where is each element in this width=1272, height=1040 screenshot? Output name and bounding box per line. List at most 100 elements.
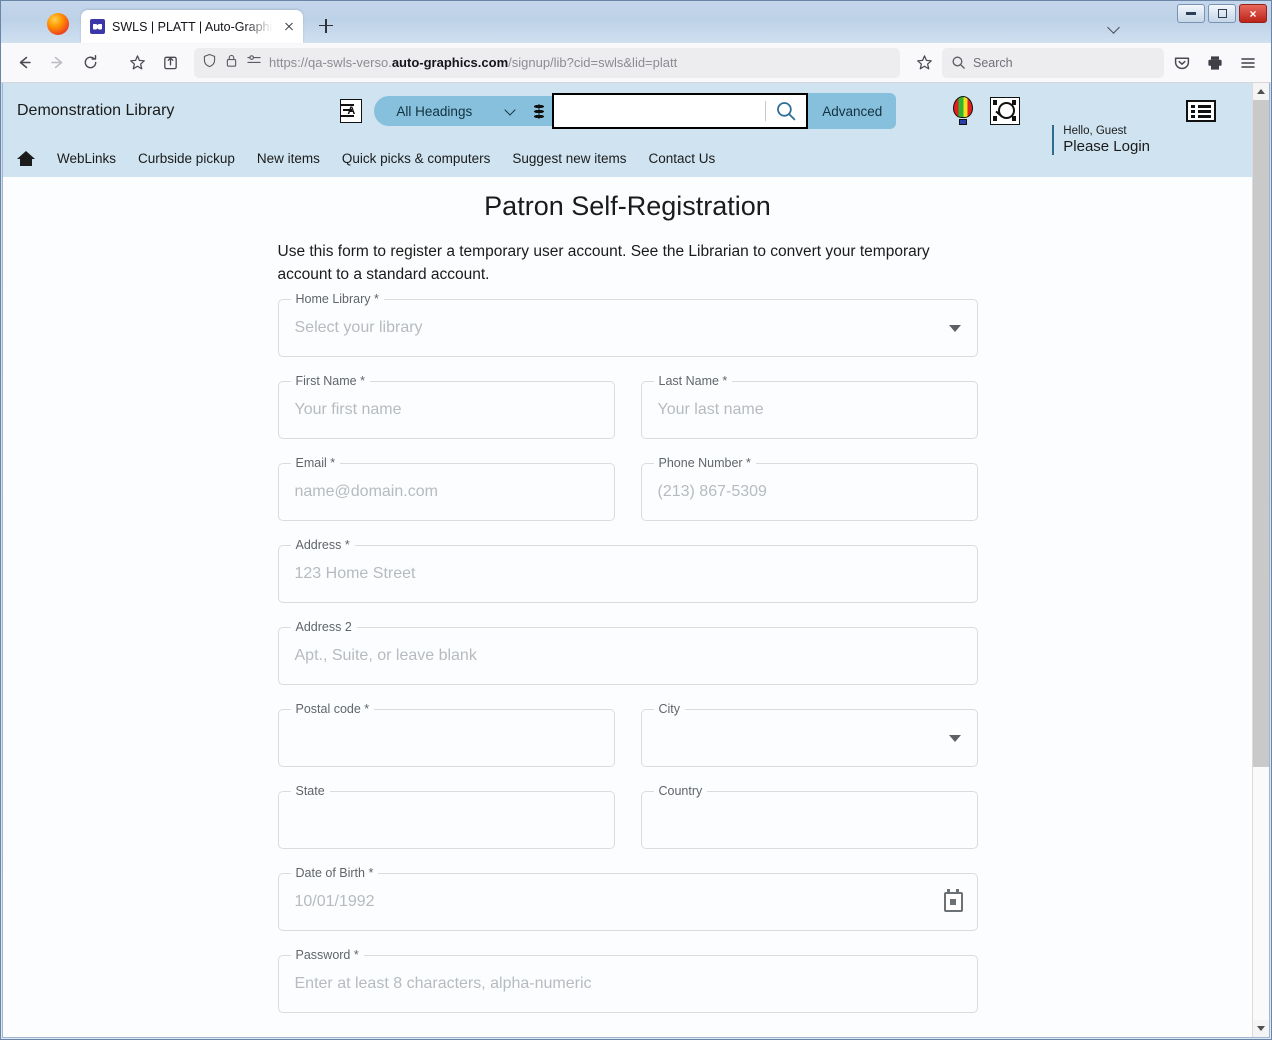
nav-item-contact-us[interactable]: Contact Us — [648, 151, 715, 166]
country-input[interactable]: Country — [640, 783, 978, 849]
field-last-name: Last Name * Your last name — [640, 373, 978, 439]
hot-air-balloon-icon[interactable] — [950, 96, 976, 126]
greeting-text: Hello, Guest — [1063, 125, 1127, 137]
translate-icon[interactable]: A — [340, 99, 363, 123]
search-scope-dropdown[interactable]: All Headings — [374, 96, 527, 126]
browser-search-box[interactable]: Search — [942, 47, 1164, 78]
scroll-down-arrow-icon[interactable] — [1253, 1020, 1269, 1037]
page-title: Patron Self-Registration — [484, 191, 771, 221]
field-country: Country — [640, 783, 978, 849]
nav-item-new-items[interactable]: New items — [257, 151, 320, 166]
login-link[interactable]: Please Login — [1063, 138, 1150, 155]
list-view-icon[interactable] — [1186, 100, 1216, 122]
last-name-input[interactable]: Last Name * Your last name — [640, 373, 978, 439]
bookmark-star-icon[interactable] — [122, 48, 152, 78]
scroll-up-arrow-icon[interactable] — [1253, 83, 1269, 100]
lock-icon[interactable] — [224, 53, 239, 73]
database-stack-icon[interactable] — [526, 96, 553, 126]
form-row-name: First Name * Your first name Last Name *… — [277, 373, 978, 439]
first-name-placeholder: Your first name — [294, 400, 402, 418]
date-of-birth-input[interactable]: Date of Birth * 10/01/1992 — [277, 865, 978, 931]
password-input[interactable]: Password * Enter at least 8 characters, … — [277, 947, 978, 1013]
field-phone: Phone Number * (213) 867-5309 — [640, 455, 978, 521]
advanced-search-button[interactable]: Advanced — [808, 93, 897, 129]
scrollbar-thumb[interactable] — [1253, 100, 1269, 767]
home-library-select[interactable]: Home Library * Select your library — [277, 291, 978, 357]
site-search-box[interactable] — [552, 93, 809, 129]
form-row-address: Address * 123 Home Street — [277, 537, 978, 603]
field-email: Email * name@domain.com — [277, 455, 615, 521]
new-tab-button[interactable] — [313, 13, 339, 39]
header-icon-group — [950, 96, 1021, 126]
address-label: Address * — [290, 537, 355, 552]
nav-item-suggest-new-items[interactable]: Suggest new items — [512, 151, 626, 166]
permissions-icon[interactable] — [246, 53, 262, 73]
minimize-button[interactable] — [1177, 4, 1205, 23]
navigation-toolbar: https://qa-swls-verso.auto-graphics.com/… — [1, 43, 1271, 83]
back-arrow-icon[interactable] — [9, 48, 39, 78]
first-name-input[interactable]: First Name * Your first name — [277, 373, 615, 439]
address-bar[interactable]: https://qa-swls-verso.auto-graphics.com/… — [194, 47, 900, 78]
filmstrip-search-icon[interactable] — [990, 97, 1021, 125]
search-input[interactable] — [554, 95, 765, 127]
nav-item-quick-picks[interactable]: Quick picks & computers — [342, 151, 491, 166]
browser-tab[interactable]: SWLS | PLATT | Auto-Graphics In — [81, 10, 303, 43]
form-row-contact: Email * name@domain.com Phone Number * (… — [277, 455, 978, 521]
window-controls: × — [1177, 4, 1267, 23]
bookmark-page-star-icon[interactable] — [909, 48, 939, 78]
email-label: Email * — [290, 455, 341, 470]
address2-input[interactable]: Address 2 Apt., Suite, or leave blank — [277, 619, 978, 685]
field-password: Password * Enter at least 8 characters, … — [277, 947, 978, 1013]
address-input[interactable]: Address * 123 Home Street — [277, 537, 978, 603]
close-tab-icon[interactable] — [281, 19, 297, 35]
page-intro: Use this form to register a temporary us… — [277, 243, 930, 284]
country-label: Country — [653, 783, 708, 798]
email-input[interactable]: Email * name@domain.com — [277, 455, 615, 521]
form-row-address2: Address 2 Apt., Suite, or leave blank — [277, 619, 978, 685]
home-icon[interactable] — [17, 150, 35, 166]
pocket-icon[interactable] — [1167, 48, 1197, 78]
scrollbar-track[interactable] — [1253, 100, 1269, 1020]
phone-input[interactable]: Phone Number * (213) 867-5309 — [640, 455, 978, 521]
hamburger-menu-icon[interactable] — [1233, 48, 1263, 78]
tab-title: SWLS | PLATT | Auto-Graphics In — [112, 19, 274, 34]
field-state: State — [277, 783, 615, 849]
field-address: Address * 123 Home Street — [277, 537, 978, 603]
calendar-icon[interactable] — [943, 888, 963, 912]
close-icon: × — [1249, 6, 1257, 21]
date-of-birth-placeholder: 10/01/1992 — [294, 892, 375, 910]
field-postal-code: Postal code * — [277, 701, 615, 767]
close-window-button[interactable]: × — [1239, 4, 1267, 23]
title-bar: SWLS | PLATT | Auto-Graphics In × — [1, 1, 1271, 43]
browser-search-placeholder: Search — [973, 55, 1013, 70]
postal-code-label: Postal code * — [290, 701, 375, 716]
search-icon[interactable] — [766, 100, 806, 122]
save-to-pocket-icon[interactable] — [155, 48, 185, 78]
form-row-postal-city: Postal code * City — [277, 701, 978, 767]
state-label: State — [290, 783, 330, 798]
nav-item-curbside-pickup[interactable]: Curbside pickup — [138, 151, 235, 166]
form-row-home-library: Home Library * Select your library — [277, 291, 978, 357]
shield-icon[interactable] — [202, 53, 217, 73]
printer-icon[interactable] — [1200, 48, 1230, 78]
list-all-tabs-icon[interactable] — [1108, 21, 1121, 34]
postal-code-input[interactable]: Postal code * — [277, 701, 615, 767]
url-text: https://qa-swls-verso.auto-graphics.com/… — [269, 55, 678, 70]
site-header: Demonstration Library A All Headings Adv… — [3, 83, 1252, 177]
address-placeholder: 123 Home Street — [294, 564, 416, 582]
first-name-label: First Name * — [290, 373, 370, 388]
form-row-password: Password * Enter at least 8 characters, … — [277, 947, 978, 1013]
search-scope-label: All Headings — [396, 103, 473, 119]
home-library-label: Home Library * — [290, 291, 384, 306]
city-select[interactable]: City — [640, 701, 978, 767]
reload-icon[interactable] — [75, 48, 105, 78]
page-scrollbar[interactable] — [1252, 83, 1269, 1037]
advanced-search-label: Advanced — [822, 103, 883, 119]
nav-item-weblinks[interactable]: WebLinks — [57, 151, 116, 166]
chevron-down-icon — [948, 734, 961, 742]
account-greeting-block: Hello, Guest Please Login — [1052, 125, 1150, 156]
forward-arrow-icon[interactable] — [42, 48, 72, 78]
state-input[interactable]: State — [277, 783, 615, 849]
maximize-button[interactable] — [1208, 4, 1236, 23]
last-name-placeholder: Your last name — [657, 400, 764, 418]
